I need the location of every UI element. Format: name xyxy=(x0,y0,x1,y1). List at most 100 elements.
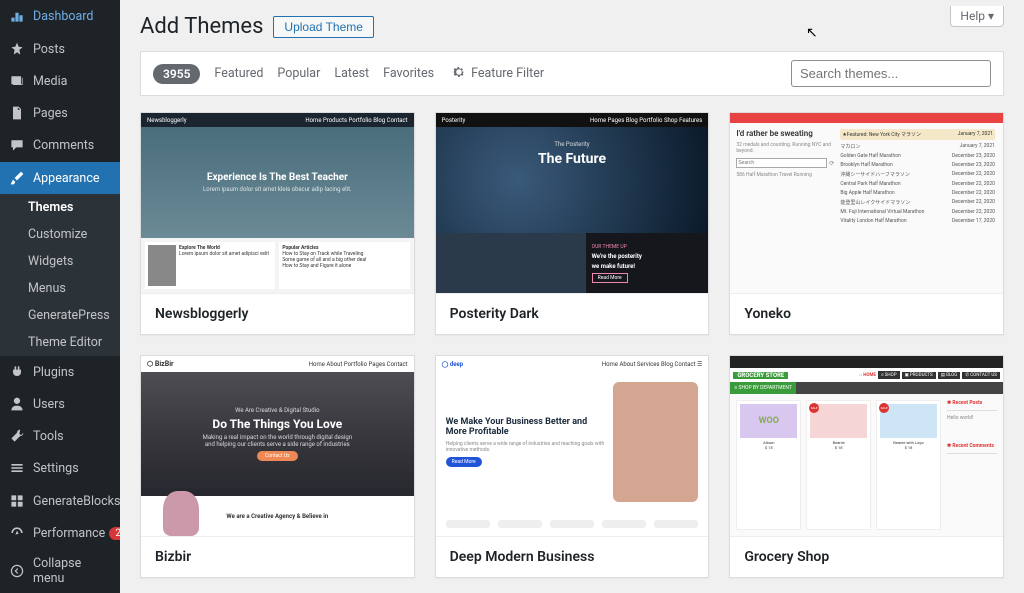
main-content: Help ▾ Add Themes Upload Theme ↖ 3955 Fe… xyxy=(120,0,1024,593)
preview-text: BizBir xyxy=(155,360,174,368)
submenu-theme-editor[interactable]: Theme Editor xyxy=(0,329,120,356)
preview-text: ★Featured: New York City マラソン xyxy=(842,132,921,138)
menu-settings[interactable]: Settings xyxy=(0,452,120,484)
preview-text: December 22, 2020 xyxy=(952,209,995,215)
menu-label: Tools xyxy=(33,429,64,444)
theme-name: Grocery Shop xyxy=(730,536,1003,577)
preview-text: Do The Things You Love xyxy=(212,417,342,431)
theme-preview: GROCERY STORE⌂ HOME≡ SHOP▣ PRODUCTS▤ BLO… xyxy=(730,356,1003,536)
menu-tools[interactable]: Tools xyxy=(0,420,120,452)
preview-text: Explore The World xyxy=(179,245,220,251)
preview-text: GROCERY STORE xyxy=(733,372,788,379)
preview-text: We are a Creative Agency & Believe in xyxy=(226,513,328,520)
theme-preview: PosterityHome Pages Blog Portfolio Shop … xyxy=(436,113,709,293)
theme-card[interactable]: PosterityHome Pages Blog Portfolio Shop … xyxy=(435,112,710,335)
preview-text: we make future! xyxy=(592,263,635,270)
preview-text: Golden Gate Half Marathon xyxy=(840,153,900,159)
submenu-themes[interactable]: Themes xyxy=(0,194,120,221)
theme-name: Newsbloggerly xyxy=(141,293,414,334)
preview-text: We Make Your Business Better and More Pr… xyxy=(446,417,611,437)
filter-latest[interactable]: Latest xyxy=(334,66,369,81)
preview-text: 沖縄シーサイドハーフマラソン xyxy=(840,171,910,178)
wrench-icon xyxy=(8,427,26,445)
page-icon xyxy=(8,104,26,122)
media-icon xyxy=(8,72,26,90)
user-icon xyxy=(8,395,26,413)
dashboard-icon xyxy=(8,7,26,25)
menu-dashboard[interactable]: Dashboard xyxy=(0,0,120,32)
themes-grid: NewsbloggerlyHome Products Portfolio Blo… xyxy=(140,112,1004,578)
menu-posts[interactable]: Posts xyxy=(0,33,120,65)
menu-pages[interactable]: Pages xyxy=(0,97,120,129)
theme-name: Posterity Dark xyxy=(436,293,709,334)
submenu-widgets[interactable]: Widgets xyxy=(0,248,120,275)
theme-card[interactable]: GROCERY STORE⌂ HOME≡ SHOP▣ PRODUCTS▤ BLO… xyxy=(729,355,1004,578)
menu-comments[interactable]: Comments xyxy=(0,129,120,161)
menu-generateblocks[interactable]: GenerateBlocks xyxy=(0,485,120,517)
help-button[interactable]: Help ▾ xyxy=(950,6,1004,27)
search-box xyxy=(791,60,991,87)
preview-text: December 23, 2020 xyxy=(952,153,995,159)
filter-popular[interactable]: Popular xyxy=(277,66,320,81)
menu-collapse[interactable]: Collapse menu xyxy=(0,549,120,593)
preview-text: Experience Is The Best Teacher xyxy=(207,172,348,183)
preview-text: December 22, 2020 xyxy=(952,181,995,187)
menu-label: Users xyxy=(33,397,65,412)
theme-name: Bizbir xyxy=(141,536,414,577)
preview-text: Popular Articles xyxy=(282,245,318,251)
preview-input xyxy=(736,158,827,168)
preview-text: Vitality London Half Marathon xyxy=(840,218,906,224)
theme-card[interactable]: NewsbloggerlyHome Products Portfolio Blo… xyxy=(140,112,415,335)
preview-text: OUR THEME UP xyxy=(592,244,627,250)
menu-label: Settings xyxy=(33,461,79,476)
settings-icon xyxy=(8,459,26,477)
submenu-menus[interactable]: Menus xyxy=(0,275,120,302)
theme-card[interactable]: ⬡ BizBirHome About Portfolio Pages Conta… xyxy=(140,355,415,578)
preview-text: ✱ Recent Posts xyxy=(947,400,997,406)
preview-text: ▣ PRODUCTS xyxy=(902,372,936,379)
preview-text: I'd rather be sweating xyxy=(736,129,834,138)
brush-icon xyxy=(8,169,26,187)
filter-bar: 3955 Featured Popular Latest Favorites F… xyxy=(140,51,1004,96)
preview-text: Brooklyn Half Marathon xyxy=(840,162,892,168)
filter-featured[interactable]: Featured xyxy=(214,66,263,81)
preview-text: ▤ BLOG xyxy=(938,372,961,379)
submenu-generatepress[interactable]: GeneratePress xyxy=(0,302,120,329)
menu-plugins[interactable]: Plugins xyxy=(0,356,120,388)
preview-text: Big Apple Half Marathon xyxy=(840,190,894,196)
preview-text: The Posterity xyxy=(554,141,589,148)
preview-text: ⌂ HOME xyxy=(859,372,876,378)
preview-text: Lorem ipsum dolor sit amet kleis obscur … xyxy=(203,186,352,193)
submenu-customize[interactable]: Customize xyxy=(0,221,120,248)
menu-label: Dashboard xyxy=(33,9,93,24)
preview-text: The Future xyxy=(538,151,606,167)
preview-text: ≡ SHOP BY DEPARTMENT xyxy=(730,382,796,394)
preview-text: ✱ Recent Comments xyxy=(947,443,997,449)
menu-label: Media xyxy=(33,74,67,89)
theme-preview: ⬡ BizBirHome About Portfolio Pages Conta… xyxy=(141,356,414,536)
preview-text: 能登里山レイクサイドマラソン xyxy=(840,199,910,206)
filter-favorites[interactable]: Favorites xyxy=(383,66,434,81)
theme-card[interactable]: ◯ deepHome About Services Blog Contact ☰… xyxy=(435,355,710,578)
preview-text: Mt. Fuji International Virtual Marathon xyxy=(840,209,924,215)
upload-theme-button[interactable]: Upload Theme xyxy=(273,16,374,38)
theme-preview: ◯ deepHome About Services Blog Contact ☰… xyxy=(436,356,709,536)
blocks-icon xyxy=(8,492,26,510)
menu-label: Pages xyxy=(33,106,68,121)
menu-label: Collapse menu xyxy=(33,556,112,586)
menu-label: Plugins xyxy=(33,365,74,380)
preview-text: 32 medals and counting. Running NYC and … xyxy=(736,142,834,154)
pin-icon xyxy=(8,40,26,58)
menu-media[interactable]: Media xyxy=(0,65,120,97)
menu-label: Performance xyxy=(33,526,105,541)
preview-text: Read More xyxy=(592,273,628,283)
menu-users[interactable]: Users xyxy=(0,388,120,420)
feature-filter-button[interactable]: Feature Filter xyxy=(452,65,544,83)
menu-label: Appearance xyxy=(33,171,100,186)
menu-performance[interactable]: Performance2 xyxy=(0,517,120,549)
preview-text: マカロン xyxy=(840,143,860,150)
search-input[interactable] xyxy=(791,60,991,87)
theme-card[interactable]: I'd rather be sweating 32 medals and cou… xyxy=(729,112,1004,335)
menu-appearance[interactable]: Appearance xyxy=(0,162,120,194)
preview-text: We're the posterity xyxy=(592,253,642,260)
